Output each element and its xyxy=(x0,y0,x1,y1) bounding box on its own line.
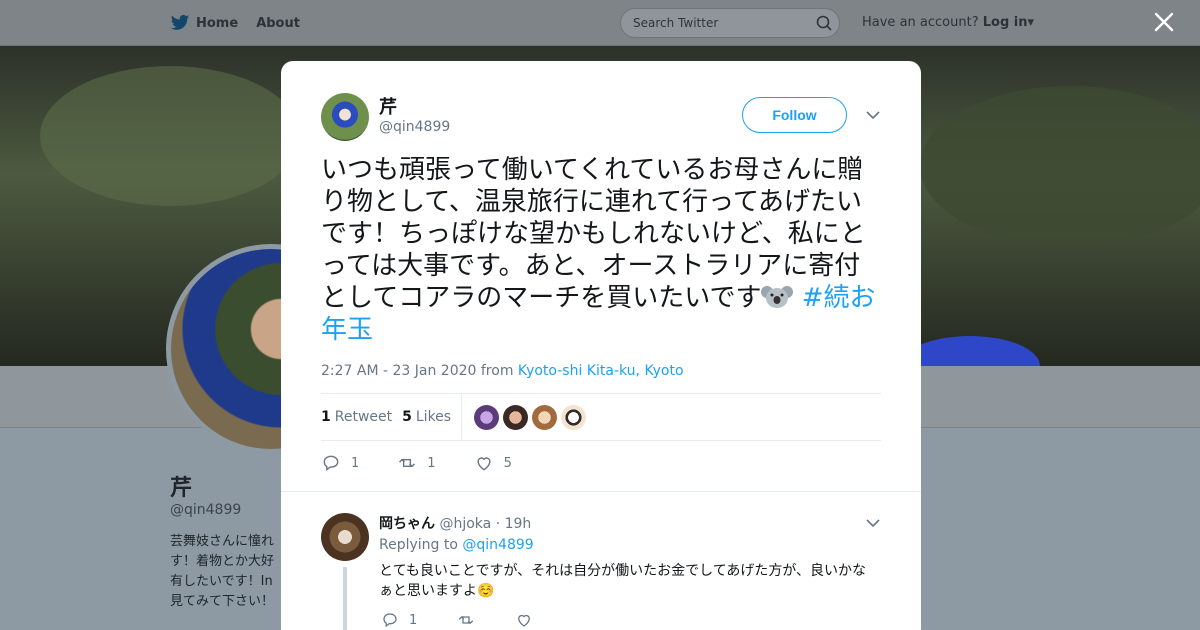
tweet-actions: 1 1 5 xyxy=(321,451,544,475)
liker-avatar[interactable] xyxy=(503,404,529,430)
reply-action[interactable]: 1 xyxy=(321,453,359,473)
profile-handle: @qin4899 xyxy=(170,502,242,518)
stats-divider xyxy=(461,394,463,440)
likes-label: Likes xyxy=(415,409,452,425)
heart-icon xyxy=(518,614,531,627)
search-placeholder: Search Twitter xyxy=(633,16,719,30)
tweet-stats: 1 Retweet 5 Likes xyxy=(321,393,881,441)
reply-author-handle[interactable]: @hjoka xyxy=(439,516,491,532)
reply-reply-count: 1 xyxy=(409,612,418,628)
liker-avatar[interactable] xyxy=(561,404,587,430)
location-link[interactable]: Kyoto-shi Kita-ku, Kyoto xyxy=(518,363,684,379)
profile-bio: 芸舞妓さんに憧れ す！着物とか大好 有したいです！In 見てみて下さい！ xyxy=(170,534,275,609)
follow-button[interactable]: Follow xyxy=(742,97,847,133)
author-avatar[interactable] xyxy=(321,93,369,141)
retweet-action-count: 1 xyxy=(427,455,436,471)
retweet-count: 1 xyxy=(321,409,331,425)
replying-label: Replying to xyxy=(379,537,458,553)
login-link[interactable]: Log in xyxy=(983,15,1028,30)
retweet-action[interactable]: 1 xyxy=(397,453,436,473)
search-input[interactable]: Search Twitter xyxy=(620,8,840,38)
reply-reply-action[interactable]: 1 xyxy=(381,611,417,629)
reply-avatar[interactable] xyxy=(321,513,369,561)
retweet-label: Retweet xyxy=(334,409,393,425)
reply-actions: 1 xyxy=(381,611,573,629)
retweet-icon xyxy=(459,616,474,624)
from-label: from xyxy=(480,363,514,379)
koala-emoji-icon xyxy=(761,284,794,310)
likes-count-stat[interactable]: 5 Likes xyxy=(402,409,451,425)
reply-author-name[interactable]: 岡ちゃん xyxy=(379,516,435,532)
chevron-down-icon[interactable] xyxy=(865,107,881,123)
search-icon[interactable] xyxy=(809,8,839,38)
replying-to-link[interactable]: @qin4899 xyxy=(462,537,533,553)
liker-avatar[interactable] xyxy=(532,404,558,430)
banner-foliage xyxy=(40,66,300,206)
chevron-down-icon[interactable] xyxy=(865,515,881,531)
author-handle[interactable]: @qin4899 xyxy=(379,119,450,135)
likers-avatars xyxy=(474,404,587,430)
thread-line xyxy=(343,567,347,630)
reply-icon xyxy=(323,455,339,471)
nav-links: Home About xyxy=(170,0,300,46)
section-divider xyxy=(281,491,921,492)
reply-like-action[interactable] xyxy=(515,611,533,629)
replying-to: Replying to @qin4899 xyxy=(379,537,534,553)
nav-home-label: Home xyxy=(196,15,239,31)
reply-text: とても良いことですが、それは自分が働いたお金でしてあげた方が、良いかなぁと思いま… xyxy=(379,563,867,599)
tweet-timestamp[interactable]: 2:27 AM - 23 Jan 2020 xyxy=(321,363,476,379)
profile-name: 芹 xyxy=(170,476,193,501)
top-navigation-bar: Home About Search Twitter Have an accoun… xyxy=(0,0,1200,46)
reply-icon xyxy=(383,613,397,628)
banner-accent xyxy=(900,336,1040,366)
likes-count: 5 xyxy=(402,409,412,425)
reply-count: 1 xyxy=(351,455,360,471)
reply-retweet-action[interactable] xyxy=(457,611,475,629)
reply-header: 岡ちゃん @hjoka · 19h xyxy=(379,513,531,533)
nav-home[interactable]: Home xyxy=(170,14,238,32)
banner-foliage xyxy=(920,86,1200,246)
like-action-count: 5 xyxy=(503,455,512,471)
reply-time[interactable]: · 19h xyxy=(496,516,532,532)
tweet-text: いつも頑張って働いてくれているお母さんに贈り物として、温泉旅行に連れて行ってあげ… xyxy=(321,154,886,346)
author-name[interactable]: 芹 xyxy=(379,93,397,119)
close-icon[interactable] xyxy=(1152,10,1176,34)
twitter-bird-icon xyxy=(170,14,190,30)
retweet-icon xyxy=(399,458,416,468)
retweet-count-stat[interactable]: 1 Retweet xyxy=(321,409,392,425)
nav-about[interactable]: About xyxy=(256,16,300,31)
nav-about-label: About xyxy=(256,15,300,31)
account-area: Have an account? Log in▾ xyxy=(862,15,1034,30)
like-action[interactable]: 5 xyxy=(474,453,512,473)
tweet-meta: 2:27 AM - 23 Jan 2020 from Kyoto-shi Kit… xyxy=(321,363,684,379)
tweet-author-row: 芹 @qin4899 Follow xyxy=(321,93,881,143)
liker-avatar[interactable] xyxy=(474,404,500,430)
tweet-modal: 芹 @qin4899 Follow いつも頑張って働いてくれているお母さんに贈り… xyxy=(281,61,921,630)
caret-down-icon[interactable]: ▾ xyxy=(1028,15,1035,30)
heart-icon xyxy=(477,457,491,471)
account-prompt: Have an account? xyxy=(862,15,979,30)
